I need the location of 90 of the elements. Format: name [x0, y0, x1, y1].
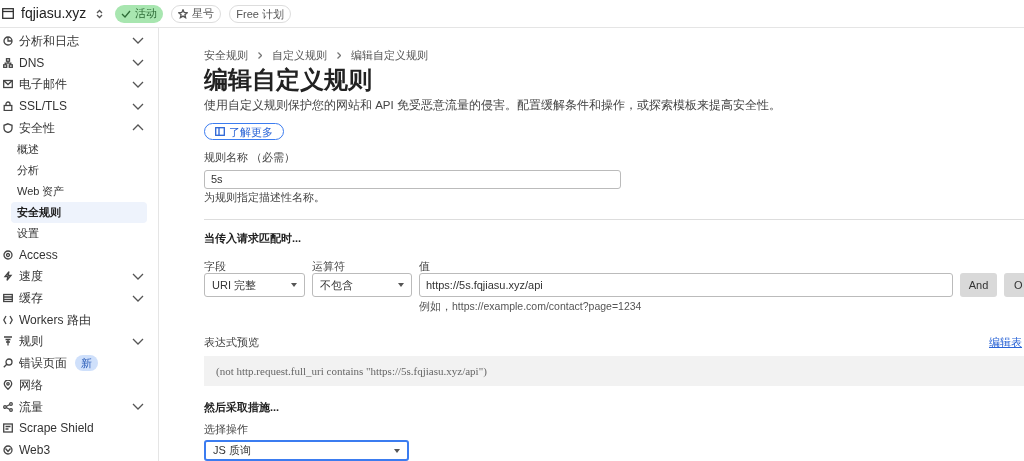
- nav-icon: [3, 271, 13, 282]
- field-label: 运算符: [312, 259, 346, 274]
- nav-label: 规则: [19, 333, 43, 351]
- updown-icon: [96, 8, 104, 19]
- nav-subitem[interactable]: 分析: [11, 159, 147, 181]
- nav-item[interactable]: Access: [0, 243, 158, 266]
- nav-label: 分析和日志: [19, 32, 79, 50]
- caret-down-icon: [291, 283, 297, 288]
- nav-icon: [3, 249, 13, 260]
- nav-item[interactable]: 电子邮件: [0, 73, 158, 96]
- help-text: 为规则指定描述性名称。: [204, 190, 326, 206]
- nav-icon: [3, 314, 13, 325]
- nav-icon: [3, 35, 13, 46]
- nav-item[interactable]: 安全性: [0, 116, 158, 139]
- nav-icon: [3, 101, 13, 112]
- caret-down-icon: [398, 283, 404, 288]
- nav-item[interactable]: Scrape Shield: [0, 417, 158, 440]
- breadcrumb-link[interactable]: 安全规则: [204, 47, 248, 64]
- chevron-right-icon: [258, 52, 262, 59]
- section-heading: 当传入请求匹配时...: [204, 230, 303, 246]
- nav-icon: [3, 293, 13, 303]
- caret-down-icon: [394, 448, 400, 453]
- nav-subitem[interactable]: 安全规则: [11, 201, 147, 223]
- nav-item[interactable]: 分析和日志: [0, 30, 158, 52]
- operator-select[interactable]: 不包含: [312, 273, 412, 298]
- star-icon: [178, 8, 189, 19]
- or-button[interactable]: O: [1004, 273, 1024, 298]
- nav-label: 电子邮件: [19, 76, 67, 94]
- chevron-right-icon: [337, 52, 341, 59]
- nav-icon: [3, 336, 13, 347]
- check-icon: [121, 9, 132, 18]
- page-description: 使用自定义规则保护您的网站和 API 免受恶意流量的侵害。配置缓解条件和操作，或探索模板来提高安全性。: [204, 98, 782, 113]
- breadcrumb-link[interactable]: 自定义规则: [272, 47, 327, 64]
- nav-icon: [3, 423, 13, 434]
- nav-label: Access: [19, 246, 58, 264]
- nav-icon: [3, 358, 13, 369]
- field-label: 规则名称 （必需）: [204, 150, 297, 166]
- nav-icon: [3, 401, 13, 412]
- status-text: 活动: [135, 6, 158, 22]
- nav-subitem[interactable]: 概述: [11, 138, 147, 160]
- breadcrumb-link[interactable]: 编辑自定义规则: [351, 47, 428, 64]
- nav-item[interactable]: 错误页面 新: [0, 352, 158, 375]
- nav-label: Workers 路由: [19, 311, 91, 329]
- field-select-value: URI 完整: [212, 278, 256, 294]
- nav-label: SSL/TLS: [19, 98, 68, 116]
- action-select-value: JS 质询: [213, 443, 251, 459]
- hint-text: 例如，https://example.com/contact?page=1234: [419, 299, 643, 315]
- field-select[interactable]: URI 完整: [204, 273, 305, 298]
- field-label: 字段: [204, 259, 227, 274]
- nav-label: 缓存: [19, 290, 43, 307]
- edit-expression-link[interactable]: 编辑表: [989, 334, 1022, 351]
- nav-label: Web3: [19, 442, 51, 460]
- nav-label: 网络: [19, 376, 43, 394]
- nav-label: DNS: [19, 54, 45, 72]
- nav-subitem[interactable]: 设置: [11, 222, 147, 244]
- nav-icon: [3, 57, 13, 68]
- expression-code: (not http.request.full_uri contains "https://5s.fqjiasu.xyz/api"): [216, 363, 487, 379]
- rule-name-field[interactable]: 5s: [204, 169, 621, 190]
- nav-icon: [3, 379, 13, 390]
- section-heading: 然后采取措施...: [204, 400, 281, 416]
- action-select[interactable]: JS 质询: [204, 440, 409, 461]
- nav-label: 错误页面: [19, 355, 67, 373]
- field-label: 表达式预览: [204, 334, 259, 350]
- nav-label: 安全性: [19, 119, 55, 137]
- nav-icon: [3, 79, 13, 90]
- site-name: fqjiasu.xyz: [21, 4, 87, 23]
- field-label: 值: [419, 259, 431, 274]
- nav-item[interactable]: 网络: [0, 374, 158, 396]
- nav-subitem[interactable]: Web 资产: [11, 180, 147, 202]
- nav-label: Scrape Shield: [19, 420, 94, 438]
- nav-label: 速度: [19, 268, 43, 286]
- nav-item[interactable]: SSL/TLS: [0, 95, 158, 117]
- field-label: 选择操作: [204, 421, 249, 437]
- window-icon: [2, 8, 14, 19]
- operator-select-value: 不包含: [320, 278, 353, 294]
- and-button[interactable]: And: [960, 273, 997, 298]
- nav-icon: [3, 122, 13, 133]
- nav-item[interactable]: 缓存: [0, 287, 158, 309]
- nav-icon: [3, 445, 13, 456]
- nav-item[interactable]: 速度: [0, 265, 158, 288]
- book-icon: [215, 127, 225, 137]
- nav-label: 流量: [19, 398, 43, 416]
- nav-item[interactable]: 规则: [0, 330, 158, 353]
- new-badge: 新: [75, 355, 98, 372]
- value-field[interactable]: https://5s.fqjiasu.xyz/api: [419, 273, 953, 298]
- nav-item[interactable]: 流量: [0, 395, 158, 418]
- nav-item[interactable]: DNS: [0, 51, 158, 74]
- page-title: 编辑自定义规则: [204, 65, 373, 95]
- nav-item[interactable]: Workers 路由: [0, 308, 158, 331]
- nav-item[interactable]: Web3: [0, 439, 158, 461]
